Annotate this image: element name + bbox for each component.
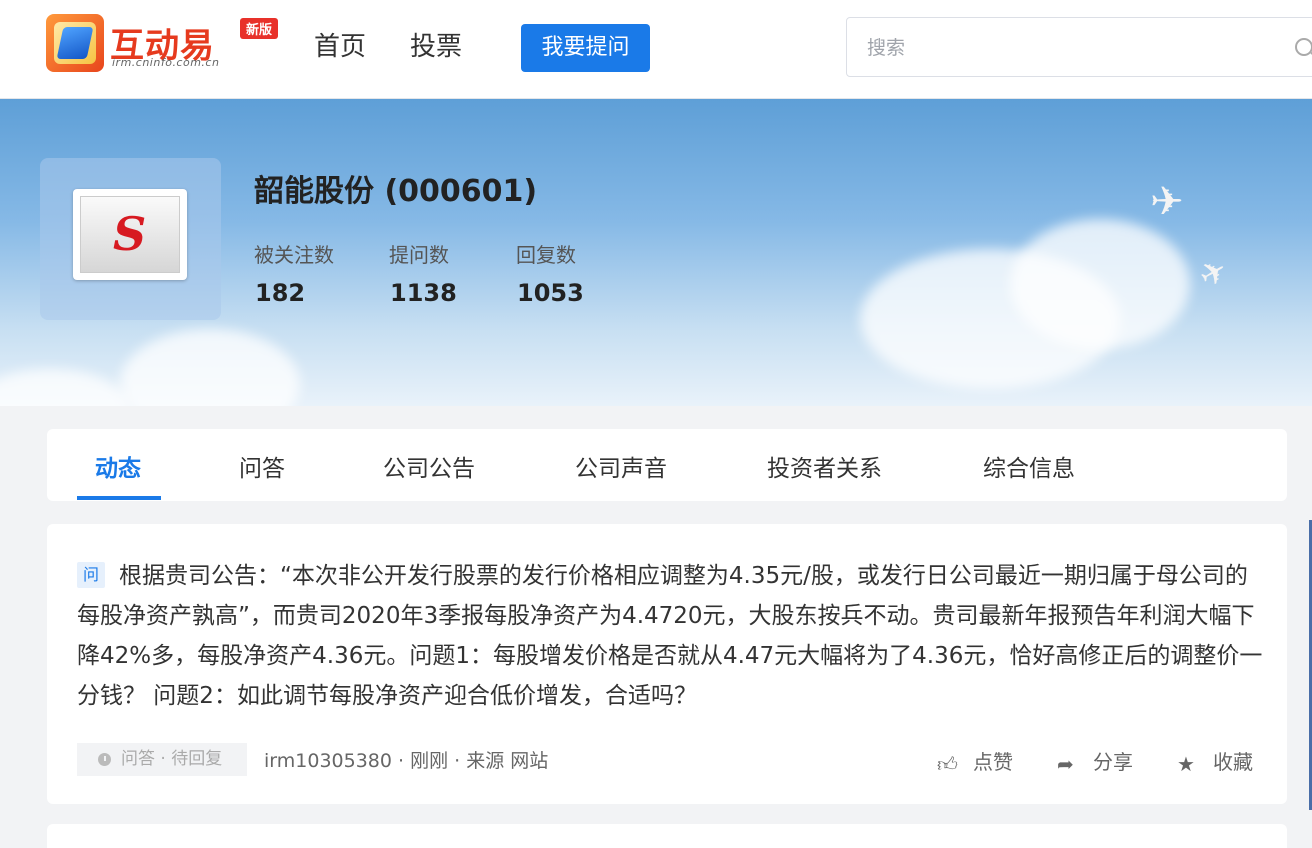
tab-announcements[interactable]: 公司公告: [383, 449, 475, 483]
cloud-decoration: [0, 369, 130, 406]
site-logo[interactable]: 互动易 irm.cninfo.com.cn 新版: [46, 14, 291, 74]
tab-dynamics[interactable]: 动态: [95, 449, 141, 483]
content-tabs: 动态 问答 公司公告 公司声音 投资者关系 综合信息: [47, 429, 1287, 501]
stat-value-followers: 182: [255, 279, 306, 307]
logo-subtitle: irm.cninfo.com.cn: [112, 56, 220, 69]
company-logo-card: S: [40, 158, 221, 320]
search-box: [846, 17, 1312, 77]
post-meta: irm10305380 · 刚刚 · 来源 网站: [264, 750, 549, 772]
like-button[interactable]: 👍︎ 点赞: [937, 746, 1013, 775]
search-input[interactable]: [867, 33, 1267, 63]
question-card: 根据贵司公告：“本次非公开发行股票的发行价格相应调整为4.35元/股，或发行日公…: [47, 524, 1287, 804]
nav-home[interactable]: 首页: [314, 26, 366, 63]
company-logo: S: [73, 189, 187, 280]
status-badge: 问答 · 待回复: [77, 743, 247, 776]
thumbs-up-icon: 👍︎: [937, 752, 958, 776]
like-label: 点赞: [973, 750, 1013, 774]
stat-value-questions: 1138: [390, 279, 457, 307]
cloud-decoration: [1010, 219, 1190, 349]
seagull-icon: ✈: [1150, 179, 1184, 225]
stat-label-followers: 被关注数: [254, 243, 334, 267]
tab-company-voice[interactable]: 公司声音: [575, 449, 667, 483]
logo-badge: 新版: [240, 18, 279, 39]
share-button[interactable]: ➦ 分享: [1057, 746, 1133, 775]
stat-value-replies: 1053: [517, 279, 584, 307]
company-name: 韶能股份 (000601): [254, 174, 538, 209]
share-icon: ➦: [1057, 752, 1074, 776]
favorite-label: 收藏: [1213, 750, 1253, 774]
cloud-decoration: [120, 329, 300, 406]
star-icon: ★: [1177, 752, 1195, 776]
status-text: 问答 · 待回复: [121, 749, 223, 769]
favorite-button[interactable]: ★ 收藏: [1177, 746, 1253, 775]
clock-icon: [98, 753, 111, 766]
question-badge: 问: [77, 562, 105, 588]
stat-label-questions: 提问数: [389, 243, 449, 267]
company-banner: ✈ ✈ S 韶能股份 (000601) 被关注数 182 提问数 1138 回复…: [0, 99, 1312, 406]
nav-vote[interactable]: 投票: [410, 26, 462, 63]
seagull-icon: ✈: [1192, 249, 1235, 297]
top-header: 互动易 irm.cninfo.com.cn 新版 首页 投票 我要提问: [0, 0, 1312, 99]
ask-question-button[interactable]: 我要提问: [521, 24, 650, 72]
logo-icon: [46, 14, 104, 72]
search-icon[interactable]: [1295, 38, 1312, 56]
question-text[interactable]: 根据贵司公告：“本次非公开发行股票的发行价格相应调整为4.35元/股，或发行日公…: [77, 556, 1267, 716]
stat-label-replies: 回复数: [516, 243, 576, 267]
share-label: 分享: [1093, 750, 1133, 774]
tab-investor-relations[interactable]: 投资者关系: [767, 449, 882, 483]
tab-qa[interactable]: 问答: [239, 449, 285, 483]
active-tab-indicator: [77, 496, 161, 500]
tab-general-info[interactable]: 综合信息: [983, 449, 1075, 483]
next-card: [47, 824, 1287, 848]
